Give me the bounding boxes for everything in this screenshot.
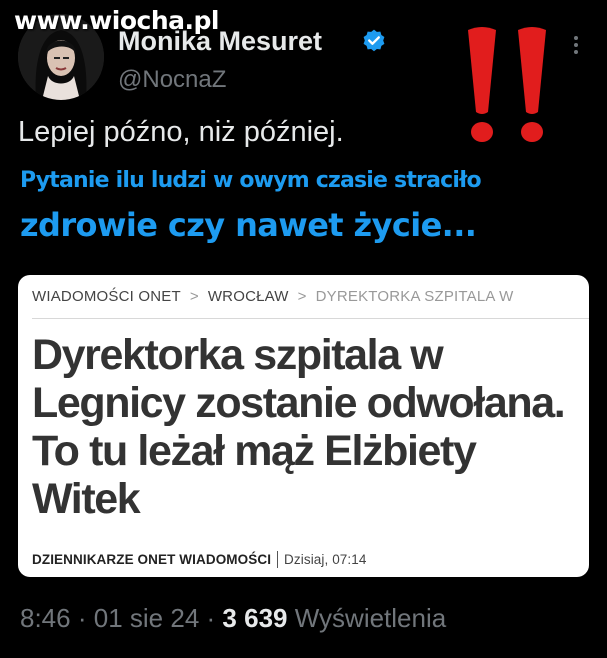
post-time[interactable]: 8:46	[20, 603, 71, 633]
post-date[interactable]: 01 sie 24	[94, 603, 200, 633]
site-watermark: www.wiocha.pl	[14, 6, 219, 35]
breadcrumb: WIADOMOŚCI ONET > WROCŁAW > DYREKTORKA SZPIT…	[32, 288, 514, 305]
byline-date: Dzisiaj, 07:14	[284, 552, 367, 567]
tweet-text: Lepiej późno, niż później.	[18, 116, 344, 148]
overlay-caption-line-2: zdrowie czy nawet życie...	[20, 206, 477, 244]
divider	[277, 551, 279, 568]
separator-dot: ·	[77, 603, 87, 633]
more-options-icon[interactable]	[566, 34, 586, 56]
breadcrumb-separator-icon: >	[189, 288, 199, 305]
breadcrumb-separator-icon: >	[297, 288, 307, 305]
article-byline: DZIENNIKARZE ONET WIADOMOŚCI Dzisiaj, 07:…	[32, 551, 367, 568]
tweet-metadata: 8:46 · 01 sie 24 · 3 639 Wyświetlenia	[20, 603, 446, 634]
breadcrumb-item: WROCŁAW	[207, 288, 289, 305]
article-screenshot-card[interactable]: WIADOMOŚCI ONET > WROCŁAW > DYREKTORKA SZPIT…	[18, 275, 589, 577]
divider	[32, 318, 589, 319]
author-handle[interactable]: @NocnaZ	[118, 66, 226, 94]
views-label: Wyświetlenia	[294, 603, 447, 633]
breadcrumb-item: DYREKTORKA SZPITALA W	[315, 288, 514, 305]
article-headline: Dyrektorka szpitala w Legnicy zostanie o…	[32, 331, 566, 523]
separator-dot: ·	[206, 603, 216, 633]
views-count: 3 639	[222, 603, 288, 633]
overlay-caption-line-1: Pytanie ilu ludzi w owym czasie straciło	[20, 168, 482, 193]
byline-author: DZIENNIKARZE ONET WIADOMOŚCI	[32, 552, 272, 567]
double-exclamation-icon	[468, 27, 546, 142]
breadcrumb-item: WIADOMOŚCI ONET	[32, 288, 181, 305]
verified-badge-icon	[363, 29, 385, 52]
